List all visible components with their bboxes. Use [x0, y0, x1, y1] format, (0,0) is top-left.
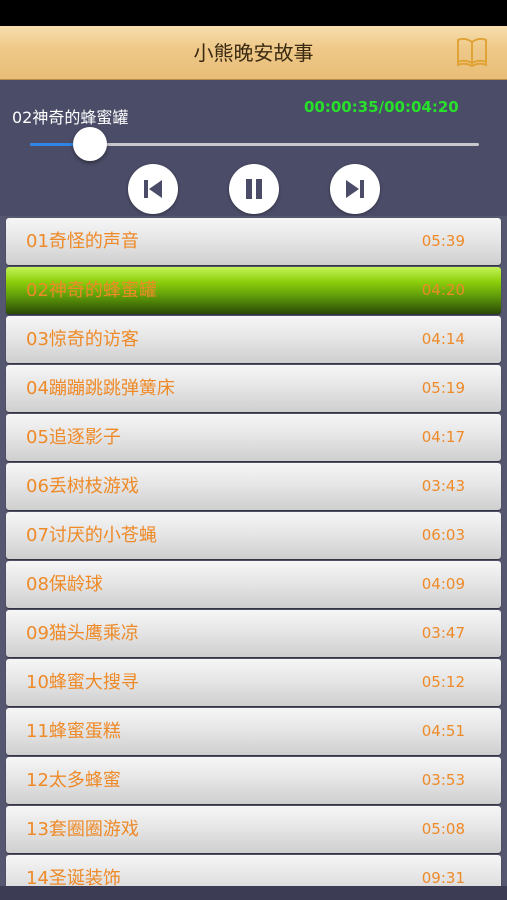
skip-next-icon	[346, 180, 364, 198]
track-duration: 05:19	[421, 379, 465, 397]
track-row[interactable]: 07讨厌的小苍蝇 06:03	[6, 512, 501, 559]
track-row[interactable]: 12太多蜂蜜 03:53	[6, 757, 501, 804]
previous-button[interactable]	[128, 164, 178, 214]
track-duration: 03:53	[421, 771, 465, 789]
track-duration: 05:39	[421, 232, 465, 250]
pause-icon	[246, 179, 262, 199]
track-row[interactable]: 01奇怪的声音 05:39	[6, 218, 501, 265]
track-title: 10蜂蜜大搜寻	[26, 672, 139, 693]
track-title: 13套圈圈游戏	[26, 819, 139, 840]
track-row[interactable]: 11蜂蜜蛋糕 04:51	[6, 708, 501, 755]
pause-button[interactable]	[229, 164, 279, 214]
track-duration: 09:31	[421, 869, 465, 886]
page-title: 小熊晚安故事	[193, 41, 314, 65]
track-row[interactable]: 05追逐影子 04:17	[6, 414, 501, 461]
track-title: 09猫头鹰乘凉	[26, 623, 139, 644]
skip-previous-icon	[144, 180, 162, 198]
track-duration: 03:47	[421, 624, 465, 642]
track-row[interactable]: 08保龄球 04:09	[6, 561, 501, 608]
track-row[interactable]: 03惊奇的访客 04:14	[6, 316, 501, 363]
track-list: 01奇怪的声音 05:39 02神奇的蜂蜜罐 04:20 03惊奇的访客 04:14 04蹦…	[0, 216, 507, 886]
bottom-bar	[0, 886, 507, 900]
book-icon[interactable]	[455, 36, 489, 68]
track-duration: 04:09	[421, 575, 465, 593]
track-title: 01奇怪的声音	[26, 231, 139, 252]
track-duration: 04:14	[421, 330, 465, 348]
track-duration: 04:51	[421, 722, 465, 740]
time-display: 00:00:35/00:04:20	[304, 98, 459, 116]
track-row[interactable]: 06丢树枝游戏 03:43	[6, 463, 501, 510]
track-duration: 05:12	[421, 673, 465, 691]
track-row[interactable]: 10蜂蜜大搜寻 05:12	[6, 659, 501, 706]
track-title: 03惊奇的访客	[26, 329, 139, 350]
track-duration: 03:43	[421, 477, 465, 495]
track-title: 11蜂蜜蛋糕	[26, 721, 121, 742]
track-title: 04蹦蹦跳跳弹簧床	[26, 378, 175, 399]
track-title: 14圣诞装饰	[26, 868, 121, 886]
track-title: 05追逐影子	[26, 427, 121, 448]
track-title: 06丢树枝游戏	[26, 476, 139, 497]
player-panel: 02神奇的蜂蜜罐 00:00:35/00:04:20	[0, 80, 507, 216]
track-title: 08保龄球	[26, 574, 103, 595]
track-row[interactable]: 14圣诞装饰 09:31	[6, 855, 501, 886]
track-row[interactable]: 13套圈圈游戏 05:08	[6, 806, 501, 853]
track-row[interactable]: 02神奇的蜂蜜罐 04:20	[6, 267, 501, 314]
next-button[interactable]	[330, 164, 380, 214]
track-duration: 04:17	[421, 428, 465, 446]
track-title: 07讨厌的小苍蝇	[26, 525, 157, 546]
track-row[interactable]: 04蹦蹦跳跳弹簧床 05:19	[6, 365, 501, 412]
track-row[interactable]: 09猫头鹰乘凉 03:47	[6, 610, 501, 657]
track-title: 02神奇的蜂蜜罐	[26, 280, 157, 301]
progress-thumb[interactable]	[73, 127, 107, 161]
track-duration: 05:08	[421, 820, 465, 838]
track-title: 12太多蜂蜜	[26, 770, 121, 791]
track-duration: 04:20	[421, 281, 465, 299]
status-bar	[0, 0, 507, 26]
nav-bar: 小熊晚安故事	[0, 26, 507, 80]
track-duration: 06:03	[421, 526, 465, 544]
now-playing-title: 02神奇的蜂蜜罐	[12, 108, 129, 127]
